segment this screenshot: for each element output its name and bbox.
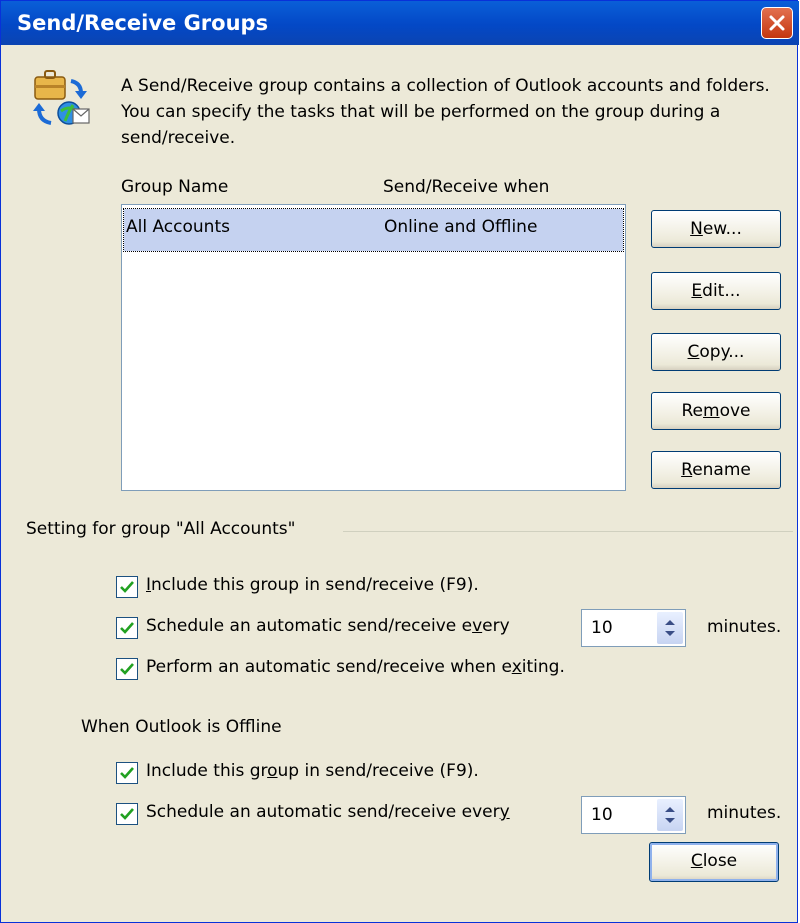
close-button[interactable]: Close	[649, 842, 779, 882]
spin-arrows-icon[interactable]	[657, 612, 683, 644]
checkmark-icon	[120, 767, 134, 779]
schedule-online-checkbox[interactable]	[116, 617, 138, 639]
list-item[interactable]: All Accounts Online and Offline	[123, 208, 624, 252]
remove-button[interactable]: Remove	[651, 392, 781, 430]
include-online-checkbox[interactable]	[116, 576, 138, 598]
exit-checkbox[interactable]	[116, 658, 138, 680]
window-title: Send/Receive Groups	[17, 11, 269, 35]
online-minutes-value[interactable]: 10	[591, 618, 613, 638]
close-window-button[interactable]	[761, 7, 793, 39]
title-bar[interactable]: Send/Receive Groups	[1, 1, 799, 45]
offline-minutes-value[interactable]: 10	[591, 805, 613, 825]
include-offline-checkbox[interactable]	[116, 762, 138, 784]
offline-section-label: When Outlook is Offline	[81, 717, 282, 737]
online-minutes-unit: minutes.	[707, 617, 782, 637]
schedule-offline-checkbox[interactable]	[116, 803, 138, 825]
schedule-offline-label: Schedule an automatic send/receive every	[146, 802, 510, 822]
exit-label: Perform an automatic send/receive when e…	[146, 657, 565, 677]
online-minutes-spinner[interactable]: 10	[581, 609, 686, 647]
checkmark-icon	[120, 581, 134, 593]
send-receive-when-cell: Online and Offline	[384, 217, 538, 237]
close-icon	[769, 15, 785, 31]
column-header-send-receive-when[interactable]: Send/Receive when	[383, 177, 549, 197]
send-receive-groups-dialog: Send/Receive Groups A Send/Receive group…	[0, 0, 799, 923]
include-offline-label: Include this group in send/receive (F9).	[146, 761, 479, 781]
offline-minutes-unit: minutes.	[707, 803, 782, 823]
new-button[interactable]: New...	[651, 210, 781, 248]
group-settings-label: Setting for group "All Accounts"	[26, 519, 296, 539]
checkmark-icon	[120, 808, 134, 820]
group-list[interactable]: All Accounts Online and Offline	[121, 204, 626, 491]
copy-button[interactable]: Copy...	[651, 333, 781, 371]
schedule-online-label: Schedule an automatic send/receive every	[146, 616, 510, 636]
spin-arrows-icon[interactable]	[657, 799, 683, 831]
offline-minutes-spinner[interactable]: 10	[581, 796, 686, 834]
column-header-group-name[interactable]: Group Name	[121, 177, 228, 197]
checkmark-icon	[120, 622, 134, 634]
group-settings-divider	[343, 531, 793, 532]
rename-button[interactable]: Rename	[651, 451, 781, 489]
edit-button[interactable]: Edit...	[651, 272, 781, 310]
intro-text: A Send/Receive group contains a collecti…	[121, 76, 770, 148]
checkmark-icon	[120, 663, 134, 675]
send-receive-icon	[33, 70, 90, 125]
group-name-cell: All Accounts	[126, 217, 230, 237]
include-online-label: Include this group in send/receive (F9).	[146, 575, 479, 595]
